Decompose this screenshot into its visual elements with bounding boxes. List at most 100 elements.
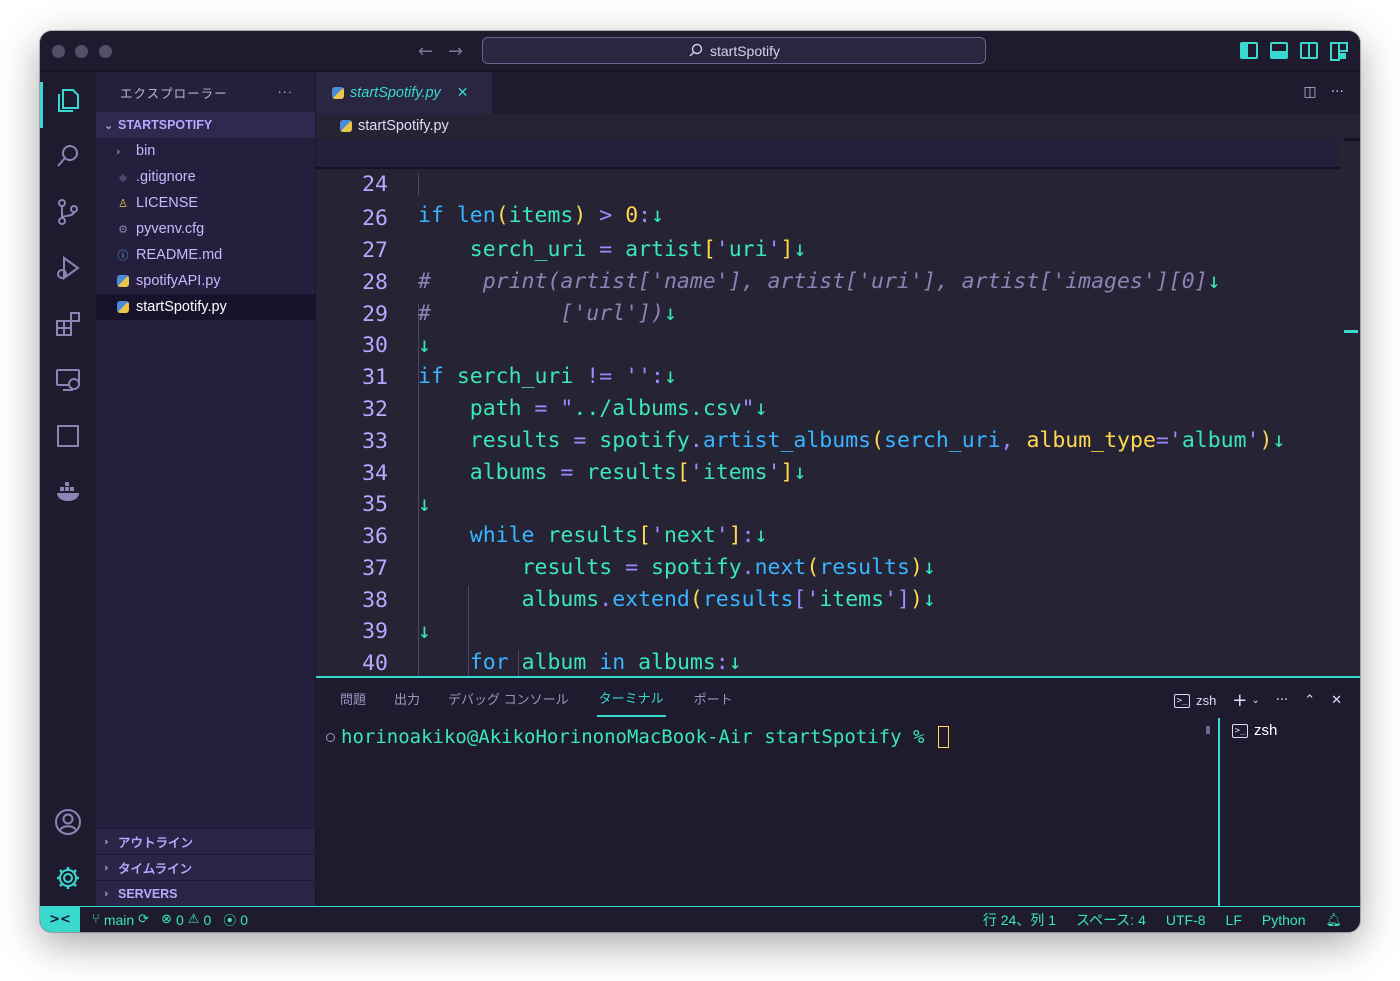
terminal-shell-selector[interactable]: >_ zsh bbox=[1174, 693, 1216, 708]
gitignore-icon: ◆ bbox=[118, 170, 128, 184]
toggle-primary-sidebar-icon[interactable] bbox=[1240, 42, 1258, 59]
notifications-bell-icon[interactable]: 🔔︎ bbox=[1325, 913, 1342, 928]
account-icon[interactable] bbox=[52, 806, 84, 838]
sidebar-footer-sections: › アウトライン › タイムライン › SERVERS bbox=[96, 828, 315, 906]
source-control-icon[interactable] bbox=[52, 196, 84, 228]
folder-section-label: STARTSPOTIFY bbox=[118, 118, 213, 132]
remote-explorer-icon[interactable] bbox=[52, 364, 84, 396]
terminal-list-divider bbox=[1218, 718, 1220, 906]
ports-status[interactable]: ⦿ 0 bbox=[223, 910, 248, 930]
terminal-list-item-zsh[interactable]: >_ zsh bbox=[1232, 722, 1277, 739]
toggle-panel-icon[interactable] bbox=[1270, 42, 1288, 59]
close-window-button[interactable] bbox=[52, 45, 65, 58]
bottom-panel: 問題 出力 デバッグ コンソール ターミナル ポート >_ zsh + ⌄ ··… bbox=[316, 676, 1360, 906]
code-line: 35 while results['next']:↓ bbox=[316, 458, 1340, 548]
code-line: 33 albums = results['items']↓ bbox=[316, 395, 1340, 485]
explorer-icon[interactable] bbox=[52, 84, 84, 116]
outline-section[interactable]: › アウトライン bbox=[96, 828, 315, 854]
chevron-down-icon[interactable]: ⌄ bbox=[1251, 695, 1259, 706]
git-branch-status[interactable]: ⑂ main ⟳ bbox=[92, 912, 149, 928]
extensions-icon[interactable] bbox=[52, 308, 84, 340]
customize-layout-icon[interactable] bbox=[1330, 42, 1348, 61]
editor-tab-bar: startSpotify.py ✕ ◫ ··· bbox=[316, 72, 1360, 114]
tab-problems[interactable]: 問題 bbox=[340, 689, 366, 708]
python-file-icon bbox=[116, 300, 130, 314]
code-line: 27 # print(artist['name'], artist['uri']… bbox=[316, 204, 1340, 294]
code-view[interactable]: 24 if len(items) > 0:↓ 26 serch_uri = ar… bbox=[316, 138, 1360, 676]
tree-item-label: spotifyAPI.py bbox=[136, 273, 221, 289]
zoom-window-button[interactable] bbox=[99, 45, 112, 58]
tab-debug-console[interactable]: デバッグ コンソール bbox=[448, 689, 569, 708]
docker-icon[interactable] bbox=[52, 476, 84, 508]
code-line: 31 path = "../albums.csv"↓ bbox=[316, 331, 1340, 421]
split-editor-icon[interactable]: ◫ bbox=[1303, 84, 1316, 100]
maximize-panel-chevron-up-icon[interactable]: ⌃ bbox=[1304, 693, 1315, 708]
active-indicator bbox=[40, 82, 43, 128]
timeline-label: タイムライン bbox=[118, 862, 193, 876]
terminal-scrollbar[interactable] bbox=[1206, 726, 1210, 734]
code-line: 40 print(album['name'], album['release_d… bbox=[316, 617, 1340, 676]
tab-terminal[interactable]: ターミナル bbox=[596, 680, 666, 717]
language-mode[interactable]: Python bbox=[1262, 912, 1306, 928]
terminal-cursor bbox=[938, 726, 950, 748]
search-icon[interactable] bbox=[52, 140, 84, 172]
tree-item-label: startSpotify.py bbox=[136, 299, 227, 315]
python-file-icon bbox=[332, 87, 344, 99]
tree-item-spotifyapi[interactable]: spotifyAPI.py bbox=[96, 268, 315, 294]
folder-section-startspotify[interactable]: ⌄ STARTSPOTIFY bbox=[96, 112, 315, 138]
code-line: 37 albums.extend(results['items'])↓ bbox=[316, 522, 1340, 612]
remote-indicator-icon[interactable]: >< bbox=[40, 906, 80, 932]
tab-startspotify[interactable]: startSpotify.py ✕ bbox=[316, 72, 492, 114]
encoding-status[interactable]: UTF-8 bbox=[1166, 912, 1206, 928]
explorer-header: エクスプローラー ··· bbox=[96, 72, 315, 112]
problems-status[interactable]: ⊗ 0 ⚠ 0 bbox=[161, 912, 211, 928]
toggle-secondary-sidebar-icon[interactable] bbox=[1300, 42, 1318, 59]
tab-label: startSpotify.py bbox=[350, 85, 441, 101]
minimize-window-button[interactable] bbox=[75, 45, 88, 58]
terminal-icon: >_ bbox=[1174, 693, 1191, 708]
more-actions-icon[interactable]: ··· bbox=[1331, 84, 1344, 100]
tab-output[interactable]: 出力 bbox=[394, 689, 420, 708]
terminal-prompt-line[interactable]: horinoakiko@AkikoHorinonoMacBook-Air sta… bbox=[326, 726, 950, 748]
run-debug-icon[interactable] bbox=[52, 252, 84, 284]
tree-item-bin[interactable]: › bin bbox=[96, 138, 315, 164]
tree-item-label: bin bbox=[136, 143, 156, 159]
git-branch-icon: ⑂ bbox=[92, 912, 100, 927]
license-icon: ♙ bbox=[118, 196, 128, 210]
terminal-icon: >_ bbox=[1232, 723, 1248, 738]
close-tab-icon[interactable]: ✕ bbox=[457, 85, 469, 101]
error-count: 0 bbox=[175, 911, 184, 928]
status-bar-right: 行 24、列 1 スペース: 4 UTF-8 LF Python 🔔︎ bbox=[983, 907, 1342, 932]
indentation-status[interactable]: スペース: 4 bbox=[1076, 910, 1146, 930]
timeline-section[interactable]: › タイムライン bbox=[96, 854, 315, 880]
forward-arrow-icon[interactable]: → bbox=[448, 41, 463, 62]
command-center-search[interactable]: startSpotify bbox=[482, 37, 986, 64]
code-line: 41 album['total_tracks'], album['uri'])↓ bbox=[316, 649, 1340, 676]
cursor-position[interactable]: 行 24、列 1 bbox=[983, 910, 1056, 930]
info-icon: ⓘ bbox=[117, 249, 129, 262]
sync-icon[interactable]: ⟳ bbox=[138, 912, 149, 927]
eol-status[interactable]: LF bbox=[1226, 912, 1242, 928]
tree-item-readme[interactable]: ⓘ README.md bbox=[96, 242, 315, 268]
code-line: 30 if serch_uri != '':↓ bbox=[316, 299, 1340, 389]
tree-item-pyvenv[interactable]: ⚙ pyvenv.cfg bbox=[96, 216, 315, 242]
back-arrow-icon[interactable]: ← bbox=[418, 41, 433, 62]
shell-label: zsh bbox=[1196, 693, 1217, 708]
tree-item-license[interactable]: ♙ LICENSE bbox=[96, 190, 315, 216]
code-line: 26 serch_uri = artist['uri']↓ bbox=[316, 172, 1340, 262]
more-actions-button[interactable]: ··· bbox=[278, 85, 294, 99]
tree-item-startspotify[interactable]: startSpotify.py bbox=[96, 294, 315, 320]
warning-count: 0 bbox=[203, 911, 212, 928]
tab-ports[interactable]: ポート bbox=[694, 689, 733, 708]
tree-item-gitignore[interactable]: ◆ .gitignore bbox=[96, 164, 315, 190]
breadcrumb[interactable]: startSpotify.py bbox=[316, 114, 1360, 138]
close-panel-icon[interactable]: ✕ bbox=[1331, 693, 1342, 708]
error-icon: ⊗ bbox=[161, 912, 172, 927]
more-actions-icon[interactable]: ··· bbox=[1276, 693, 1288, 708]
settings-gear-icon[interactable] bbox=[52, 862, 84, 894]
servers-section[interactable]: › SERVERS bbox=[96, 880, 315, 906]
square-icon[interactable] bbox=[52, 420, 84, 452]
branch-label: main bbox=[103, 911, 135, 928]
tree-item-label: .gitignore bbox=[136, 169, 196, 185]
new-terminal-plus-icon[interactable]: + bbox=[1232, 690, 1247, 711]
